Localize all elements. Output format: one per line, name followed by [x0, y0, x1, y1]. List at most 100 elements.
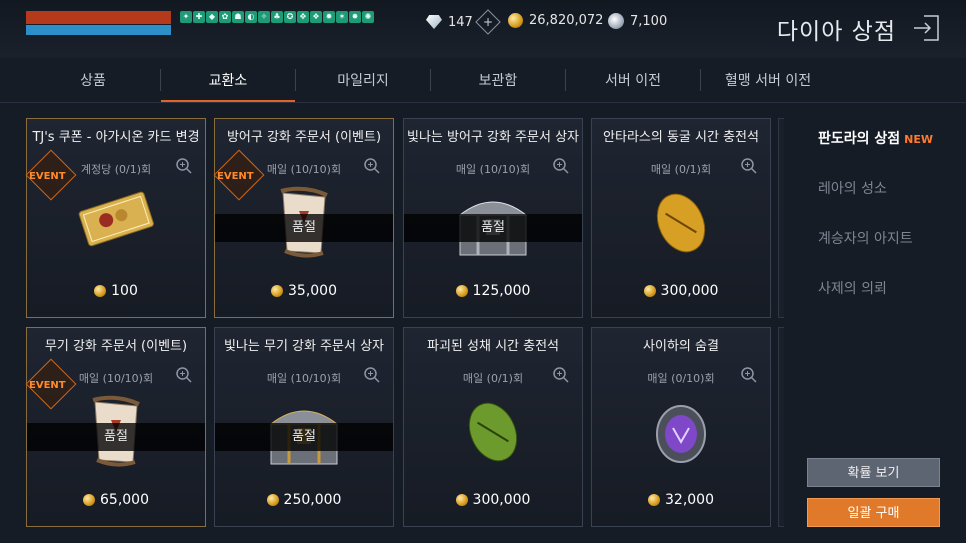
tab-1[interactable]: 교환소: [161, 58, 295, 102]
sub-shop-item[interactable]: 레아의 성소: [818, 178, 933, 228]
tab-5[interactable]: 혈맹 서버 이전: [701, 58, 835, 102]
silver-amount: 7,100: [630, 13, 668, 29]
price-value: 300,000: [660, 283, 719, 299]
buff-icon: ✦: [180, 11, 192, 23]
item-name: 빛나는 방어구 강화 주문서 상자: [406, 130, 579, 145]
price-value: 125,000: [472, 283, 531, 299]
price-value: 32,000: [665, 492, 714, 508]
zoom-icon[interactable]: [740, 157, 758, 175]
diamond-icon: [426, 15, 442, 29]
sub-shop-item[interactable]: 사제의 의뢰: [818, 278, 933, 328]
event-badge: EVENT: [217, 171, 254, 182]
diamond-currency: 147 +: [426, 9, 501, 35]
buff-icon: ✪: [284, 11, 296, 23]
shop-item-card[interactable]: 무기 강화 주문서 (이벤트) 매일 (10/10)회 EVENT 품절 65,000: [25, 327, 206, 527]
shop-item-card[interactable]: 파괴된 성채 시간 충전석 매일 (0/1)회 300,000: [403, 327, 583, 527]
shop-item-card[interactable]: 빛나는 방어구 강화 주문서 상자 매일 (10/10)회 품절 125,000: [403, 118, 583, 318]
shop-tabs: 상품 교환소 마일리지 보관함 서버 이전 혈맹 서버 이전: [26, 58, 850, 102]
item-price: 32,000: [592, 492, 770, 508]
item-name: 빛나는 무기 강화 주문서 상자: [223, 339, 385, 354]
buff-icon: ☗: [232, 11, 244, 23]
view-odds-button[interactable]: 확률 보기: [807, 458, 940, 487]
item-name: 무기 강화 주문서 (이벤트): [44, 339, 188, 354]
sub-shop-label: 계승자의 아지트: [818, 231, 913, 247]
buff-icon: ◐: [245, 11, 257, 23]
item-name: 파괴된 성채 시간 충전석: [427, 339, 559, 354]
tab-2[interactable]: 마일리지: [296, 58, 430, 102]
price-value: 300,000: [472, 492, 531, 508]
hp-bar: [26, 11, 171, 24]
sold-out-banner: 품절: [27, 423, 205, 451]
price-value: 100: [111, 283, 138, 299]
item-price: 35,000: [215, 283, 393, 299]
buff-icon: ✹: [323, 11, 335, 23]
zoom-icon[interactable]: [740, 366, 758, 384]
tab-4[interactable]: 서버 이전: [566, 58, 700, 102]
price-value: 250,000: [283, 492, 342, 508]
next-card-edge: [778, 327, 784, 527]
sub-shop-list: 판도라의 상점 NEW 레아의 성소계승자의 아지트사제의 의뢰: [818, 128, 933, 328]
shop-item-card[interactable]: 사이하의 숨결 매일 (0/10)회 32,000: [591, 327, 771, 527]
gold-coin-icon: [83, 494, 95, 506]
silver-coin-icon: [608, 13, 624, 29]
bulk-buy-button[interactable]: 일괄 구매: [807, 498, 940, 527]
gold-coin-icon: [266, 494, 279, 506]
event-badge: EVENT: [29, 380, 66, 391]
zoom-icon[interactable]: [175, 157, 193, 175]
silver-currency: 7,100: [608, 13, 667, 29]
zoom-icon[interactable]: [552, 157, 570, 175]
buff-icon: ✥: [297, 11, 309, 23]
item-name: 방어구 강화 주문서 (이벤트): [226, 130, 382, 145]
gold-stone-icon: [646, 183, 716, 267]
event-badge: EVENT: [29, 171, 66, 182]
diamond-amount: 147: [448, 14, 473, 30]
green-stone-icon: [458, 392, 528, 476]
buff-icon: ✚: [193, 11, 205, 23]
item-price: 300,000: [404, 492, 582, 508]
coupon-icon: [76, 183, 156, 257]
price-value: 65,000: [100, 492, 149, 508]
gold-coin-icon: [94, 285, 107, 297]
gold-amount: 26,820,072: [529, 13, 604, 28]
zoom-icon[interactable]: [175, 366, 193, 384]
tab-divider: [0, 102, 966, 103]
item-name: TJ's 쿠폰 - 아가시온 카드 변경: [32, 130, 200, 145]
sold-out-banner: 품절: [215, 423, 393, 451]
gold-coin-icon: [455, 285, 468, 297]
gold-currency: 26,820,072: [508, 13, 603, 28]
shop-item-card[interactable]: TJ's 쿠폰 - 아가시온 카드 변경 계정당 (0/1)회 EVENT 100: [25, 118, 206, 318]
buff-icon: ✺: [362, 11, 374, 23]
buff-icon: ♣: [271, 11, 283, 23]
sub-shop-item[interactable]: 계승자의 아지트: [818, 228, 933, 278]
sold-out-banner: 품절: [404, 214, 582, 242]
add-diamond-button[interactable]: +: [475, 9, 501, 35]
gold-coin-icon: [271, 285, 283, 297]
tab-3[interactable]: 보관함: [431, 58, 565, 102]
buff-icons: ✦ ✚ ◆ ✿ ☗ ◐ ✧ ♣ ✪ ✥ ❖ ✹ ✶ ✸ ✺: [180, 11, 374, 23]
shop-item-card[interactable]: 안타라스의 동굴 시간 충전석 매일 (0/1)회 300,000: [591, 118, 771, 318]
sub-shop-label: 레아의 성소: [818, 181, 887, 197]
sub-shop-label: 사제의 의뢰: [818, 281, 887, 297]
zoom-icon[interactable]: [363, 366, 381, 384]
sub-shop-item[interactable]: 판도라의 상점 NEW: [818, 128, 933, 178]
purple-orb-icon: [646, 392, 716, 476]
exit-icon[interactable]: [912, 14, 940, 42]
sold-out-banner: 품절: [215, 214, 393, 242]
zoom-icon[interactable]: [363, 157, 381, 175]
buff-icon: ✶: [336, 11, 348, 23]
item-price: 100: [27, 283, 205, 299]
item-price: 65,000: [27, 492, 205, 508]
buff-icon: ✧: [258, 11, 270, 23]
shop-item-card[interactable]: 빛나는 무기 강화 주문서 상자 매일 (10/10)회 품절 250,000: [214, 327, 394, 527]
shop-item-card[interactable]: 방어구 강화 주문서 (이벤트) 매일 (10/10)회 EVENT 품절 35,000: [213, 118, 394, 318]
gold-coin-icon: [648, 494, 660, 506]
gold-coin-icon: [508, 13, 523, 28]
mp-bar: [26, 25, 171, 35]
item-price: 125,000: [404, 283, 582, 299]
new-badge: NEW: [904, 133, 934, 146]
item-price: 250,000: [215, 492, 393, 508]
zoom-icon[interactable]: [552, 366, 570, 384]
item-name: 안타라스의 동굴 시간 충전석: [603, 130, 759, 145]
tab-0[interactable]: 상품: [26, 58, 160, 102]
page-title: 다이아 상점: [776, 19, 896, 45]
